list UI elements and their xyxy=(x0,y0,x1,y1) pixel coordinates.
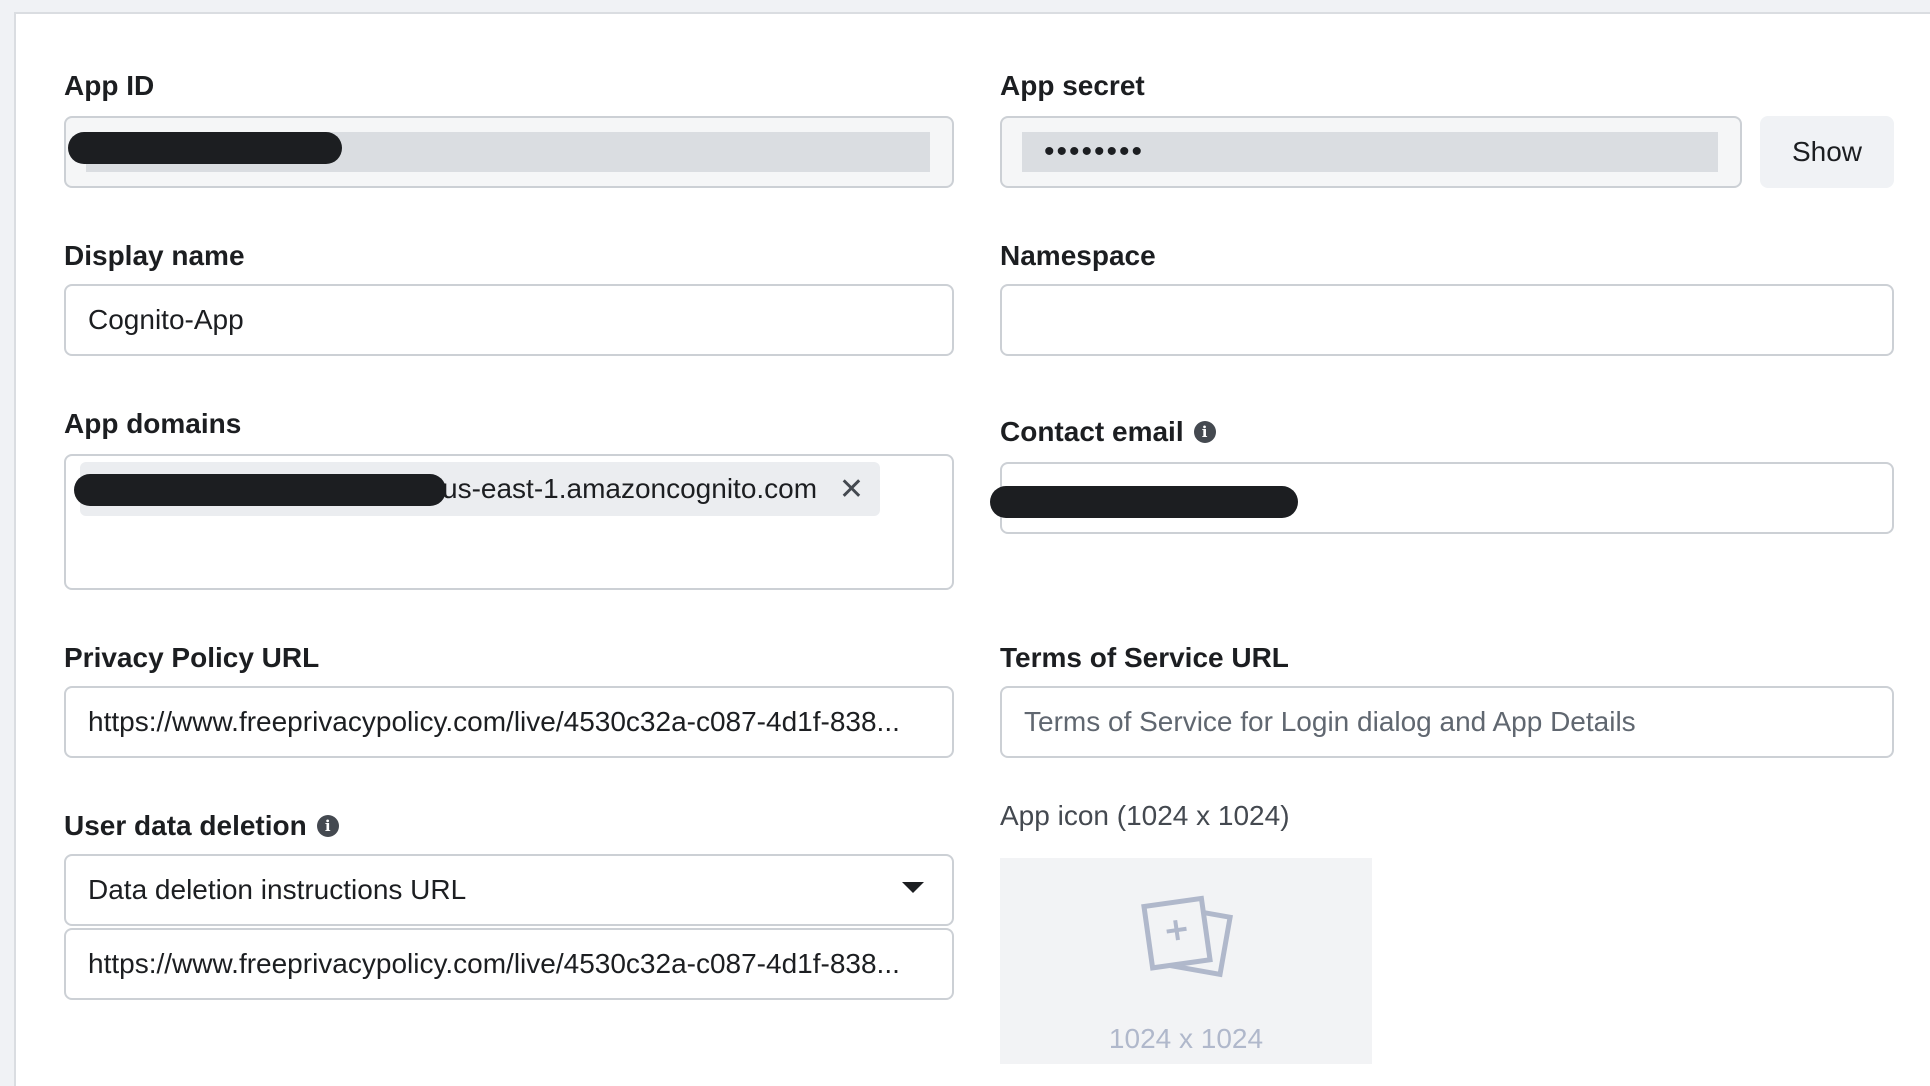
show-secret-button[interactable]: Show xyxy=(1760,116,1894,188)
image-upload-icon xyxy=(1141,895,1233,978)
contact-email-label: Contact email i xyxy=(1000,416,1216,448)
app-icon-upload[interactable]: 1024 x 1024 xyxy=(1000,858,1372,1064)
app-id-label: App ID xyxy=(64,70,155,101)
privacy-policy-value: https://www.freeprivacypolicy.com/live/4… xyxy=(88,706,900,737)
redaction-mark xyxy=(74,474,446,506)
privacy-policy-input[interactable]: https://www.freeprivacypolicy.com/live/4… xyxy=(64,686,954,758)
user-data-deletion-select[interactable]: Data deletion instructions URL xyxy=(64,854,954,926)
app-secret-field[interactable]: •••••••• xyxy=(1000,116,1742,188)
namespace-input[interactable] xyxy=(1000,284,1894,356)
terms-of-service-placeholder: Terms of Service for Login dialog and Ap… xyxy=(1024,706,1636,737)
terms-of-service-input[interactable]: Terms of Service for Login dialog and Ap… xyxy=(1000,686,1894,758)
close-icon[interactable]: ✕ xyxy=(839,472,864,507)
privacy-policy-label: Privacy Policy URL xyxy=(64,642,320,673)
namespace-label: Namespace xyxy=(1000,240,1156,271)
user-data-deletion-selected: Data deletion instructions URL xyxy=(88,874,467,905)
display-name-value: Cognito-App xyxy=(88,304,244,335)
app-secret-value: •••••••• xyxy=(1022,132,1718,172)
display-name-label: Display name xyxy=(64,240,245,271)
app-icon-size-text: 1024 x 1024 xyxy=(1108,1023,1264,1054)
contact-email-label-text: Contact email xyxy=(1000,416,1184,447)
user-data-deletion-label: User data deletion i xyxy=(64,810,339,842)
data-deletion-url-input[interactable]: https://www.freeprivacypolicy.com/live/4… xyxy=(64,928,954,1000)
app-domain-chip-label: us-east-1.amazoncognito.com xyxy=(442,473,818,504)
caret-down-icon xyxy=(902,882,924,893)
app-domains-label: App domains xyxy=(64,408,242,439)
user-data-deletion-label-text: User data deletion xyxy=(64,810,307,841)
info-icon[interactable]: i xyxy=(1193,421,1216,443)
terms-of-service-label: Terms of Service URL xyxy=(1000,642,1289,673)
app-icon-label: App icon (1024 x 1024) xyxy=(1000,800,1290,831)
app-secret-label: App secret xyxy=(1000,70,1145,101)
data-deletion-url-value: https://www.freeprivacypolicy.com/live/4… xyxy=(88,948,900,979)
redaction-mark xyxy=(990,486,1298,518)
info-icon[interactable]: i xyxy=(316,815,339,837)
redaction-mark xyxy=(68,132,342,164)
display-name-input[interactable]: Cognito-App xyxy=(64,284,954,356)
